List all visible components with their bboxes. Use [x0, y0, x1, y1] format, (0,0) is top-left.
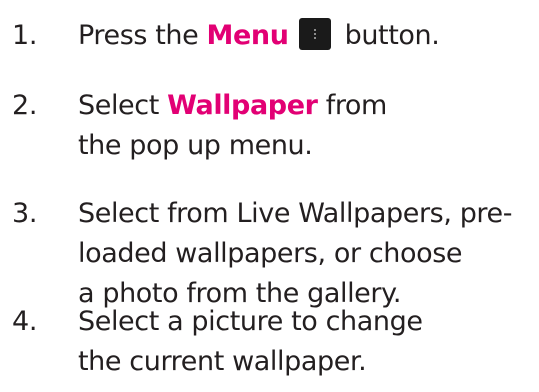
step-line: Select from Live Wallpapers, pre- [78, 198, 513, 229]
instruction-steps: 1. Press the Menu button. 2. Select Wallp… [0, 0, 539, 392]
step-text: Select Wallpaper from the pop up menu. [78, 86, 528, 166]
menu-icon [298, 18, 331, 50]
step-text-after: button. [344, 20, 440, 51]
step-text-after: from [317, 90, 388, 121]
step-line: loaded wallpapers, or choose [78, 238, 463, 269]
step-text-before: Press the [78, 20, 207, 51]
step-line: Select Wallpaper from [78, 86, 528, 126]
wallpaper-keyword: Wallpaper [167, 90, 318, 121]
step-line: Select a picture to change [78, 306, 423, 337]
menu-keyword: Menu [206, 20, 289, 51]
step-text: Select a picture to change the current w… [78, 302, 528, 382]
step-number: 4. [12, 306, 38, 337]
step-line: the pop up menu. [78, 130, 313, 161]
step-text: Select from Live Wallpapers, pre- loaded… [78, 194, 528, 314]
step-number: 1. [12, 20, 38, 51]
step-number: 3. [12, 198, 38, 229]
step-number: 2. [12, 90, 38, 121]
step-text-before: Select [78, 90, 168, 121]
step-text: Press the Menu button. [78, 16, 528, 56]
step-line: Press the Menu button. [78, 16, 528, 56]
step-line: the current wallpaper. [78, 346, 367, 377]
